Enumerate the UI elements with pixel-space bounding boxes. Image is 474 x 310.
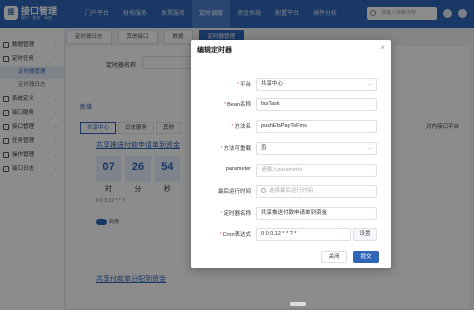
field-platform: *平台 共享中心 ⌄ <box>191 78 391 92</box>
cron-setup-button[interactable]: 设置 <box>353 228 377 241</box>
submit-button[interactable]: 提交 <box>353 251 379 263</box>
field-cron: *Cron表达式 0 0 0,12 * * ? * 设置 <box>191 228 391 242</box>
field-label: *Bean名称 <box>224 102 251 108</box>
timer-name-input[interactable]: 共享推送付款申请单到资金 <box>256 207 377 220</box>
clock-icon <box>261 188 266 194</box>
horizontal-scrollbar[interactable] <box>290 302 306 306</box>
cron-input[interactable]: 0 0 0,12 * * ? * <box>256 228 351 241</box>
chevron-down-icon: ⌄ <box>367 145 372 151</box>
field-method: *方法名 pushEfsPayToFms <box>191 120 391 134</box>
bean-name-input[interactable]: fasTask <box>256 98 377 111</box>
last-run-date-picker[interactable]: 选择最后运行时间 <box>256 185 377 198</box>
field-last-run: 最后运行时间 选择最后运行时间 <box>191 185 391 199</box>
field-label: *平台 <box>236 82 251 88</box>
field-parameter: parameter 请输入parameter <box>191 164 391 178</box>
method-name-input[interactable]: pushEfsPayToFms <box>256 120 377 133</box>
close-button[interactable]: 关闭 <box>321 251 347 263</box>
close-icon[interactable]: × <box>380 44 385 52</box>
field-overload: *方法可重载 否 ⌄ <box>191 142 391 156</box>
field-label: *方法名 <box>231 124 251 130</box>
dialog-title: 编辑定时器 <box>197 47 232 54</box>
dialog-footer: 关闭 提交 <box>191 251 391 265</box>
field-label: *Cron表达式 <box>219 232 251 238</box>
parameter-input[interactable]: 请输入parameter <box>256 164 377 177</box>
field-label: parameter <box>225 166 251 172</box>
platform-select[interactable]: 共享中心 ⌄ <box>256 78 377 91</box>
field-timer-name: *定时器名称 共享推送付款申请单到资金 <box>191 207 391 221</box>
edit-timer-dialog: 编辑定时器 × *平台 共享中心 ⌄ *Bean名称 fasTask *方法名 p… <box>191 40 391 268</box>
chevron-down-icon: ⌄ <box>367 81 372 87</box>
field-label: 最后运行时间 <box>217 189 251 195</box>
field-label: *方法可重载 <box>220 146 251 152</box>
field-label: *定时器名称 <box>220 211 251 217</box>
field-bean: *Bean名称 fasTask <box>191 98 391 112</box>
overload-select[interactable]: 否 ⌄ <box>256 142 377 155</box>
